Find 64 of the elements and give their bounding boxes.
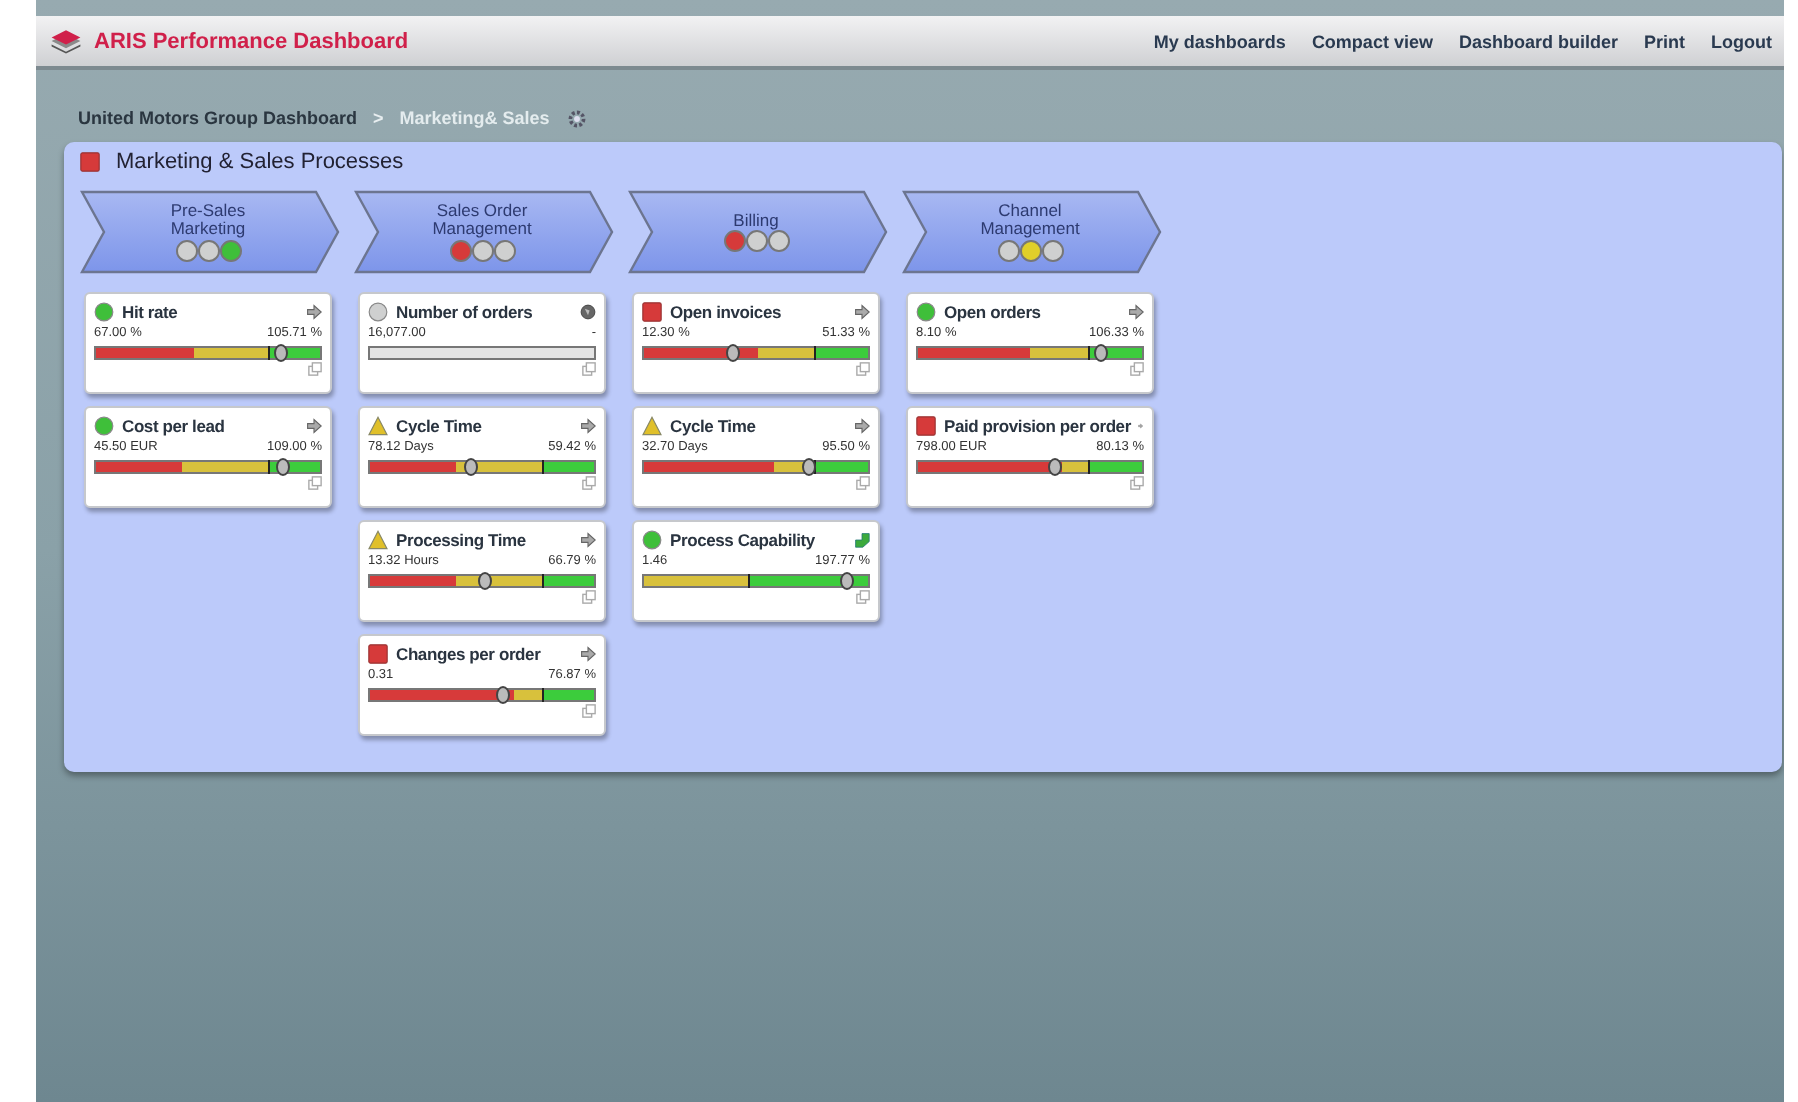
stacked-layers-icon [48,28,84,54]
settings-icon[interactable] [565,107,588,129]
process-chevron[interactable] [902,190,1162,274]
kpi-name: Number of orders [396,301,535,321]
process-title: Billing [731,211,781,229]
copy-icon[interactable] [856,476,870,490]
mid-range-fill [513,690,543,700]
nav-link[interactable]: Dashboard builder [1458,31,1618,51]
app-title: ARIS Performance Dashboard [94,29,409,53]
kpi-name: Process Capability [670,529,817,549]
process-title: Channel Management [978,202,1082,238]
process-title: Sales Order Management [430,202,534,238]
mid-range-fill [1030,348,1089,358]
kpi-name: Cost per lead [122,415,227,435]
process-chevron[interactable] [354,190,614,274]
copy-icon[interactable] [856,590,870,604]
copy-icon[interactable] [308,476,322,490]
mid-range-fill [644,576,748,586]
high-range-fill [814,348,868,358]
high-range-fill [1088,462,1142,472]
breadcrumb-separator: > [373,108,384,128]
copy-icon[interactable] [856,362,870,376]
nav-link[interactable]: My dashboards [1153,31,1286,51]
arrow-right-icon[interactable] [580,417,596,433]
arrow-right-icon[interactable] [854,417,870,433]
kpi-name: Processing Time [396,529,528,549]
process-title: Pre-Sales Marketing [168,202,248,238]
nav-link[interactable]: Compact view [1311,31,1433,51]
mid-range-fill [758,348,815,358]
process-chevron[interactable] [628,190,888,274]
arrow-up-right-icon[interactable] [854,531,870,547]
copy-icon[interactable] [1130,476,1144,490]
breadcrumb-link[interactable]: United Motors Group Dashboard [78,108,357,128]
arrow-right-icon[interactable] [1128,303,1144,319]
nav-link[interactable]: Print [1643,31,1685,51]
high-range-fill [814,462,868,472]
high-range-fill [542,690,594,700]
high-range-fill [747,576,868,586]
mid-range-fill [194,348,269,358]
kpi-name: Open invoices [670,301,784,321]
kpi-name: Open orders [944,301,1043,321]
kpi-name: Hit rate [122,301,180,321]
arrow-right-icon[interactable] [580,645,596,661]
arrow-right-icon[interactable] [580,531,596,547]
process-chevron[interactable] [80,190,340,274]
copy-icon[interactable] [582,590,596,604]
copy-icon[interactable] [308,362,322,376]
arrow-right-icon[interactable] [306,417,322,433]
kpi-name: Cycle Time [670,415,758,435]
copy-icon[interactable] [582,362,596,376]
high-range-fill [542,576,594,586]
arrow-right-icon[interactable] [306,303,322,319]
arrow-right-icon[interactable] [854,303,870,319]
copy-icon[interactable] [582,476,596,490]
mid-range-fill [181,462,269,472]
kpi-name: Cycle Time [396,415,484,435]
copy-icon[interactable] [1130,362,1144,376]
copy-icon[interactable] [582,704,596,718]
kpi-name: Paid provision per order [944,415,1131,435]
panel-title: Marketing & Sales Processes [116,150,404,174]
mid-range-fill [1061,462,1089,472]
high-range-fill [542,462,594,472]
nav-link[interactable]: Logout [1711,31,1772,51]
kpi-name: Changes per order [396,643,543,663]
